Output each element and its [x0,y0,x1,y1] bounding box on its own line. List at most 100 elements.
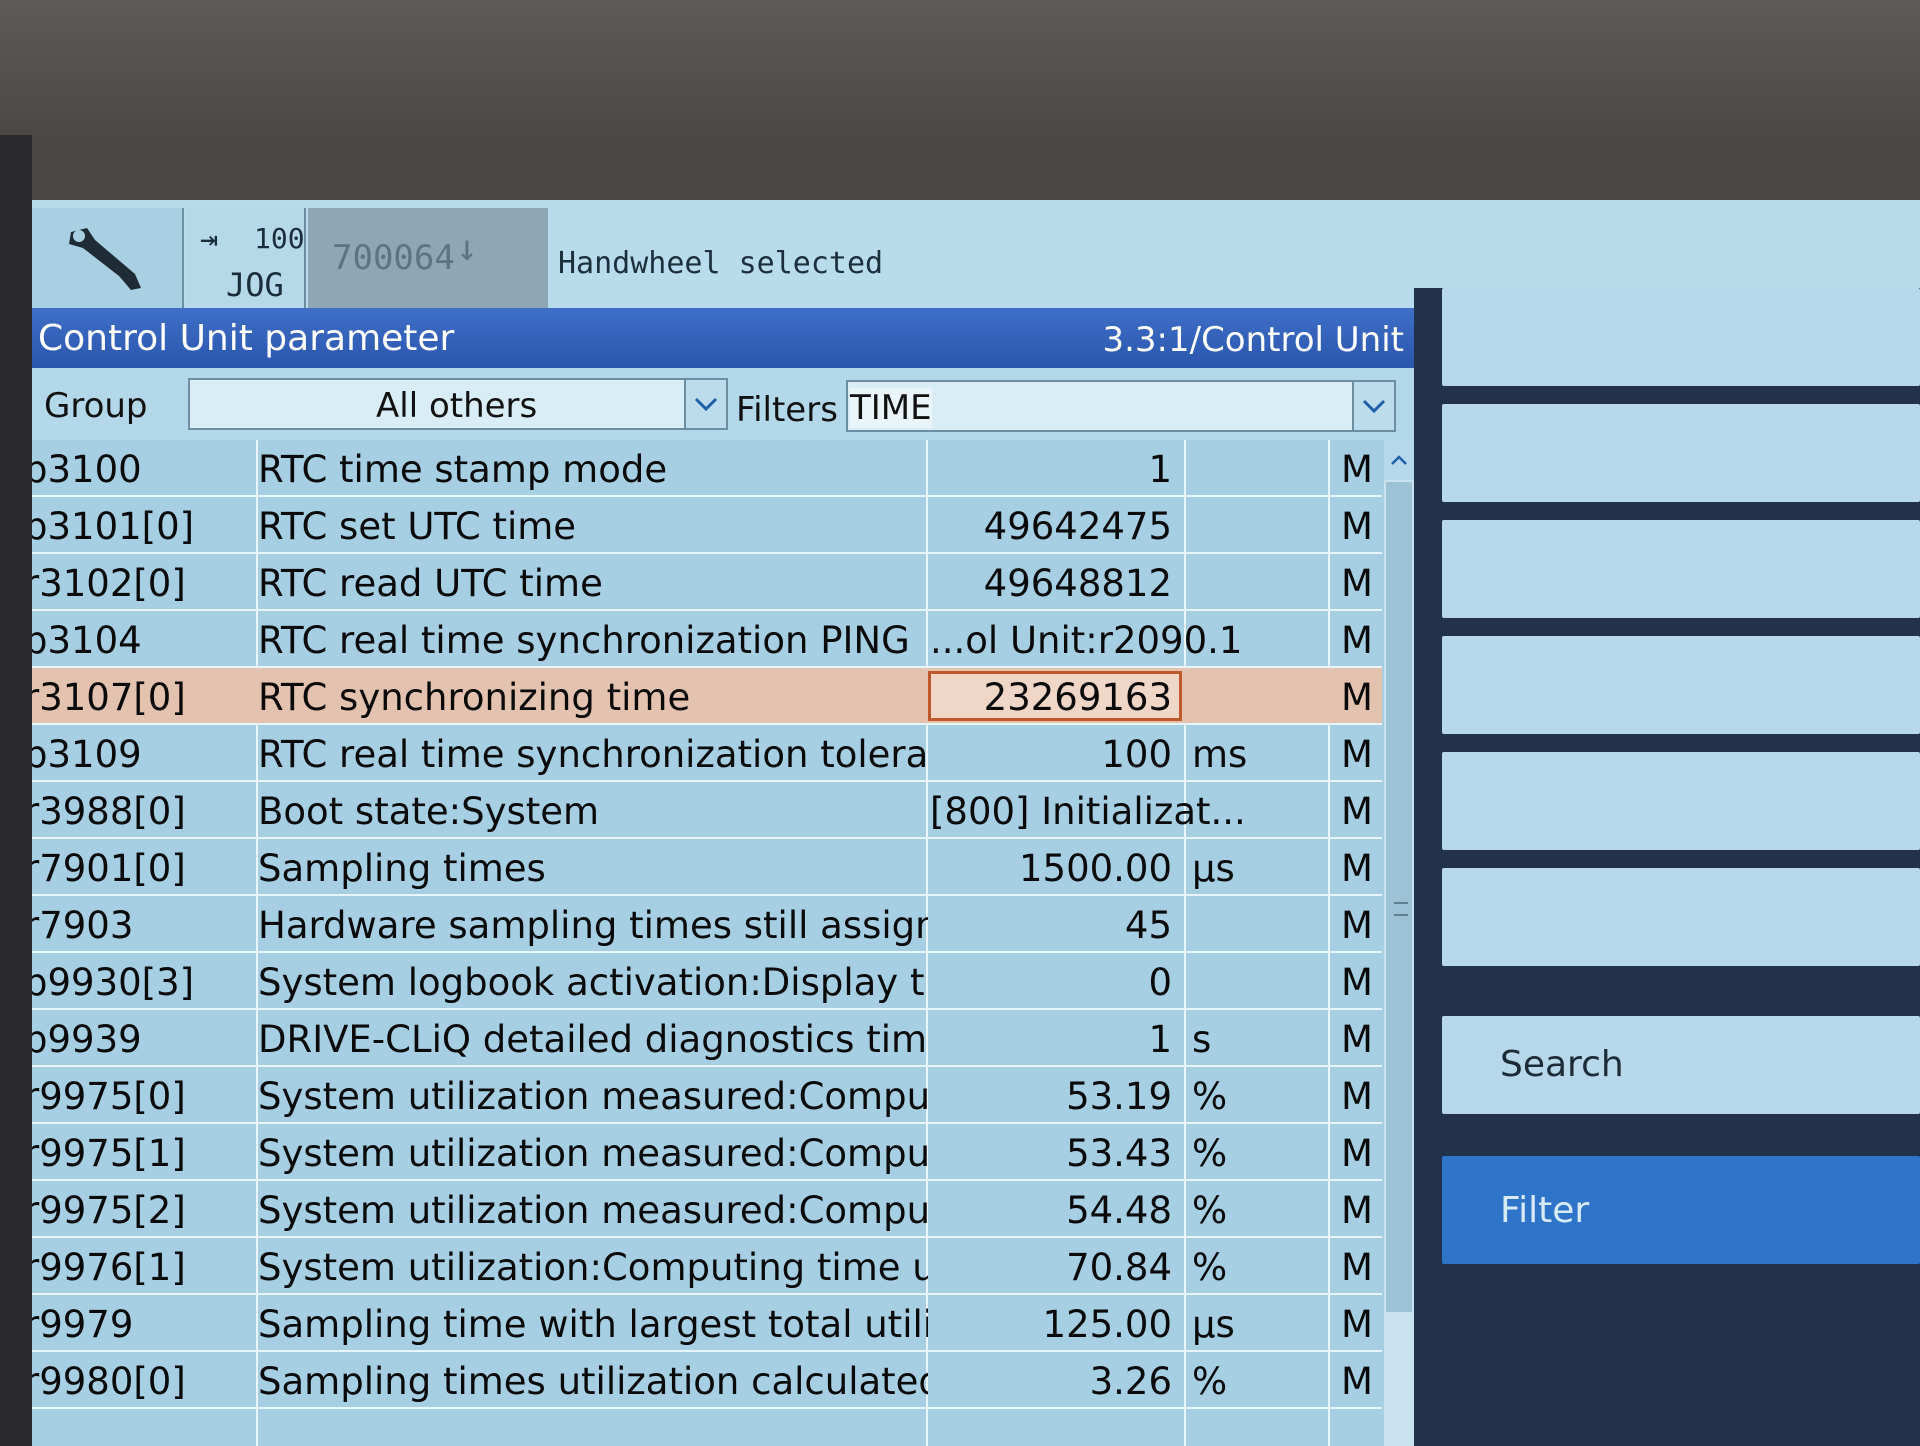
table-row[interactable]: r3107[0] RTC synchronizing time 23269163 M [32,668,1382,725]
param-access-level: M [1341,847,1373,890]
param-value[interactable]: 45 [930,904,1180,947]
table-row[interactable]: p3100 RTC time stamp mode 1 M [32,440,1382,497]
param-description: RTC real time synchronization tolerance … [258,733,928,776]
table-row[interactable]: r9975[0] System utilization measured:Comp… [32,1067,1382,1124]
param-value[interactable]: [800] Initializat... [930,790,1246,833]
filter-softkey[interactable]: Filter [1442,1156,1920,1264]
softkey-2[interactable] [1442,404,1920,502]
param-id: r3988[0] [32,790,186,833]
param-description: System utilization measured:Computing ti… [258,1189,928,1232]
param-unit: ms [1192,733,1248,776]
softkey-6[interactable] [1442,868,1920,966]
table-row[interactable]: r9976[1] System utilization:Computing tim… [32,1238,1382,1295]
param-access-level: M [1341,1018,1373,1061]
title-bar: Control Unit parameter 3.3:1/Control Uni… [32,308,1414,368]
param-unit: % [1192,1075,1228,1118]
chevron-down-icon[interactable] [1352,382,1394,430]
unit-path: 3.3:1/Control Unit [1102,320,1404,360]
param-id: p9930[3] [32,961,195,1004]
param-id: p9939 [32,1018,142,1061]
param-value[interactable]: 100 [930,733,1180,776]
table-row[interactable]: r3102[0] RTC read UTC time 49648812 M [32,554,1382,611]
monitor-bezel [0,0,1920,135]
mode-label: JOG [226,266,284,304]
param-description: DRIVE-CLiQ detailed diagnostics time int… [258,1018,928,1061]
group-select[interactable]: All others [188,378,728,430]
param-value[interactable]: 1 [930,1018,1180,1061]
softkey-4[interactable] [1442,636,1920,734]
scrollbar[interactable] [1384,440,1414,1446]
param-value[interactable]: 49642475 [930,505,1180,548]
softkey-3[interactable] [1442,520,1920,618]
filter-label: Filters [736,390,838,430]
param-access-level: M [1341,1075,1373,1118]
table-row[interactable]: p9939 DRIVE-CLiQ detailed diagnostics tim… [32,1010,1382,1067]
search-softkey[interactable]: Search [1442,1016,1920,1114]
param-id: p3109 [32,733,142,776]
param-unit: µs [1192,1303,1235,1346]
param-description: RTC real time synchronization PING [258,619,910,662]
table-row[interactable]: p3109 RTC real time synchronization toler… [32,725,1382,782]
table-row[interactable]: r7903 Hardware sampling times still assig… [32,896,1382,953]
page-title: Control Unit parameter [38,318,455,359]
param-value[interactable]: ...ol Unit:r2090.1 [930,619,1242,662]
param-access-level: M [1341,448,1373,491]
jog-arrow-icon: ⇥ [200,222,219,257]
param-value[interactable]: 53.43 [930,1132,1180,1175]
program-number: 700064 [332,238,455,278]
filter-select[interactable]: TIME [846,380,1396,432]
param-value[interactable]: 1500.00 [930,847,1180,890]
param-unit: % [1192,1189,1228,1232]
down-arrow-icon: ↓ [456,228,478,269]
param-id: p3104 [32,619,142,662]
chevron-down-icon[interactable] [684,380,726,428]
param-value[interactable]: 70.84 [930,1246,1180,1289]
table-row[interactable]: p9930[3] System logbook activation:Displa… [32,953,1382,1010]
param-description: RTC read UTC time [258,562,603,605]
group-label: Group [44,386,148,426]
param-description: Hardware sampling times still assignable [258,904,928,947]
param-description: RTC time stamp mode [258,448,668,491]
group-value: All others [376,386,538,426]
param-value[interactable]: 53.19 [930,1075,1180,1118]
table-row[interactable]: r9975[2] System utilization measured:Comp… [32,1181,1382,1238]
param-description: System utilization measured:Computing ti… [258,1132,928,1175]
softkey-1[interactable] [1442,288,1920,386]
table-row[interactable]: r7901[0] Sampling times 1500.00 µs M [32,839,1382,896]
softkey-5[interactable] [1442,752,1920,850]
param-value[interactable]: 125.00 [930,1303,1180,1346]
status-message: Handwheel selected [558,246,884,281]
param-access-level: M [1341,904,1373,947]
table-row[interactable]: r9980[0] Sampling times utilization calcu… [32,1352,1382,1409]
param-access-level: M [1341,619,1373,662]
param-description: Sampling times [258,847,546,890]
param-access-level: M [1341,1246,1373,1289]
filter-value: TIME [850,388,932,428]
param-access-level: M [1341,562,1373,605]
wrench-icon[interactable] [32,208,184,308]
param-value[interactable]: 49648812 [930,562,1180,605]
param-unit: % [1192,1246,1228,1289]
param-value[interactable]: 0 [930,961,1180,1004]
parameter-table: p3100 RTC time stamp mode 1 Mp3101[0] RTC se… [32,440,1382,1409]
scroll-thumb[interactable] [1386,482,1412,1312]
filter-row: Group All others Filters TIME [32,368,1414,440]
table-row[interactable]: p3101[0] RTC set UTC time 49642475 M [32,497,1382,554]
table-row[interactable]: r9979 Sampling time with largest total ut… [32,1295,1382,1352]
param-unit: % [1192,1360,1228,1403]
param-access-level: M [1341,1303,1373,1346]
param-id: r3107[0] [32,676,186,719]
param-access-level: M [1341,733,1373,776]
table-row[interactable]: r9975[1] System utilization measured:Comp… [32,1124,1382,1181]
param-id: r9980[0] [32,1360,186,1403]
override-value: 100 [254,222,305,255]
scroll-up-icon[interactable] [1384,440,1414,480]
table-row[interactable]: r3988[0] Boot state:System [800] Initializ… [32,782,1382,839]
param-unit: s [1192,1018,1212,1061]
table-row[interactable]: p3104 RTC real time synchronization PING.… [32,611,1382,668]
param-id: r9975[1] [32,1132,186,1175]
param-value[interactable]: 23269163 [930,676,1180,719]
param-value[interactable]: 54.48 [930,1189,1180,1232]
param-value[interactable]: 1 [930,448,1180,491]
param-value[interactable]: 3.26 [930,1360,1180,1403]
